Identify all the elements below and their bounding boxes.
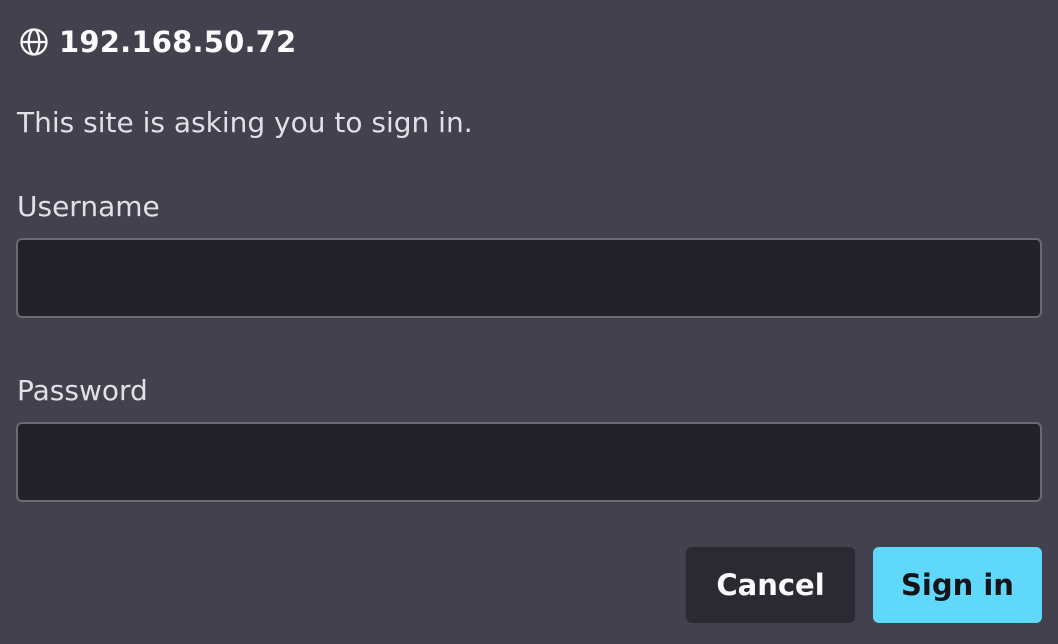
username-label: Username xyxy=(17,190,160,223)
password-label: Password xyxy=(17,374,148,407)
password-input[interactable] xyxy=(16,422,1042,502)
globe-icon xyxy=(17,25,51,59)
dialog-header: 192.168.50.72 xyxy=(17,24,296,60)
username-input[interactable] xyxy=(16,238,1042,318)
sign-in-button[interactable]: Sign in xyxy=(873,547,1042,623)
site-host: 192.168.50.72 xyxy=(59,25,297,59)
sign-in-message: This site is asking you to sign in. xyxy=(17,106,473,139)
auth-dialog: 192.168.50.72 This site is asking you to… xyxy=(0,0,1058,644)
cancel-button[interactable]: Cancel xyxy=(686,547,855,623)
